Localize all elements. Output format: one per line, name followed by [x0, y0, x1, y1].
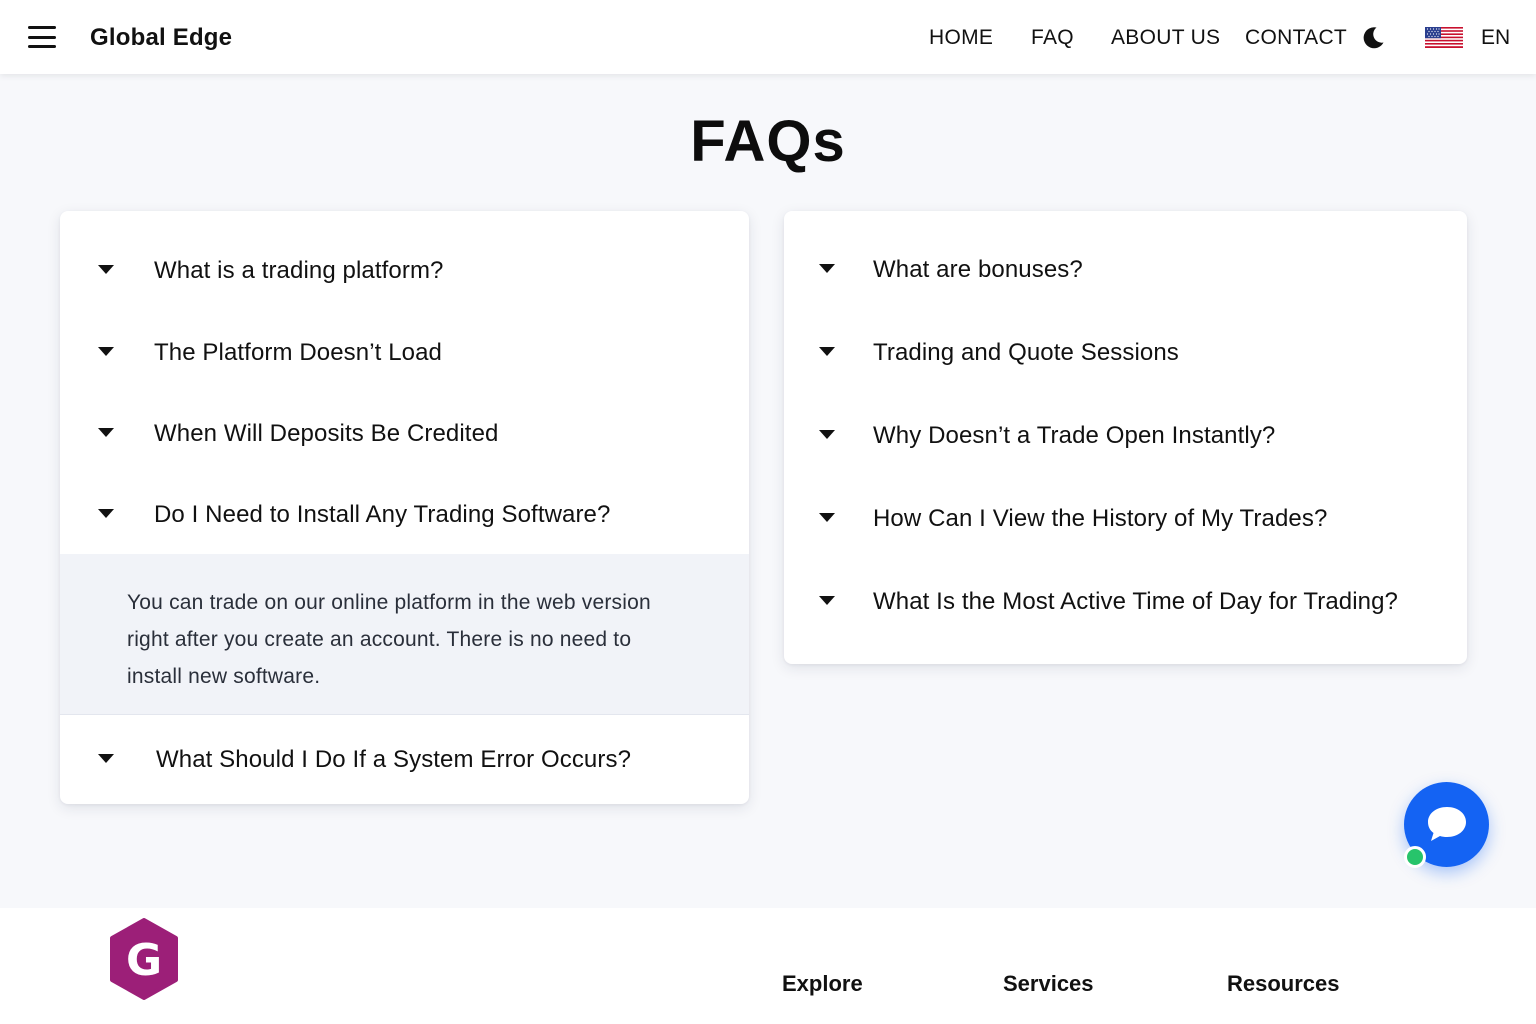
hamburger-menu-icon[interactable]	[28, 26, 56, 48]
faq-answer-panel: You can trade on our online platform in …	[60, 554, 749, 715]
faq-item-expanded[interactable]: Do I Need to Install Any Trading Softwar…	[60, 485, 749, 545]
online-status-dot	[1404, 846, 1426, 868]
caret-down-icon	[98, 754, 114, 763]
faq-item[interactable]: Why Doesn’t a Trade Open Instantly?	[784, 406, 1467, 466]
nav-about-link[interactable]: ABOUT US	[1111, 26, 1220, 50]
caret-down-icon	[98, 509, 114, 518]
faq-item[interactable]: What Should I Do If a System Error Occur…	[60, 730, 749, 790]
faq-item[interactable]: Trading and Quote Sessions	[784, 323, 1467, 383]
footer: G Explore Services Resources	[0, 908, 1536, 1024]
caret-down-icon	[819, 513, 835, 522]
faq-question: The Platform Doesn’t Load	[154, 339, 442, 366]
faq-question: What are bonuses?	[873, 256, 1083, 283]
footer-resources-link[interactable]: Resources	[1227, 971, 1340, 997]
caret-down-icon	[98, 428, 114, 437]
faq-card-left: What is a trading platform? The Platform…	[60, 211, 749, 804]
faq-item[interactable]: How Can I View the History of My Trades?	[784, 489, 1467, 549]
language-selector[interactable]: EN	[1481, 26, 1510, 50]
faq-item[interactable]: The Platform Doesn’t Load	[60, 323, 749, 383]
caret-down-icon	[819, 596, 835, 605]
faq-item[interactable]: What Is the Most Active Time of Day for …	[784, 572, 1467, 632]
faq-question: Trading and Quote Sessions	[873, 339, 1179, 366]
svg-text:G: G	[126, 935, 162, 986]
nav-contact-link[interactable]: CONTACT	[1245, 26, 1347, 50]
hexagon-g-logo-icon[interactable]: G	[108, 918, 180, 1000]
faq-question: Why Doesn’t a Trade Open Instantly?	[873, 422, 1276, 449]
faq-question: Do I Need to Install Any Trading Softwar…	[154, 501, 611, 528]
nav-faq-link[interactable]: FAQ	[1031, 26, 1074, 50]
moon-icon[interactable]	[1360, 25, 1386, 51]
chat-bubble-icon	[1428, 807, 1466, 841]
footer-services-link[interactable]: Services	[1003, 971, 1094, 997]
caret-down-icon	[819, 430, 835, 439]
caret-down-icon	[819, 264, 835, 273]
faq-item[interactable]: What are bonuses?	[784, 240, 1467, 300]
nav-home-link[interactable]: HOME	[929, 26, 993, 50]
faq-question: What is a trading platform?	[154, 257, 444, 284]
brand-name[interactable]: Global Edge	[90, 24, 232, 52]
faq-question: What Is the Most Active Time of Day for …	[873, 588, 1399, 615]
footer-explore-link[interactable]: Explore	[782, 971, 863, 997]
faq-answer-text: You can trade on our online platform in …	[127, 591, 651, 688]
faq-item[interactable]: When Will Deposits Be Credited	[60, 404, 749, 464]
top-navbar: Global Edge HOME FAQ ABOUT US CONTACT EN	[0, 0, 1536, 74]
faq-question: What Should I Do If a System Error Occur…	[156, 746, 632, 773]
faq-question: When Will Deposits Be Credited	[154, 420, 499, 447]
faq-question: How Can I View the History of My Trades?	[873, 505, 1328, 532]
faq-card-right: What are bonuses? Trading and Quote Sess…	[784, 211, 1467, 664]
caret-down-icon	[98, 347, 114, 356]
page-title: FAQs	[690, 109, 846, 174]
faq-item[interactable]: What is a trading platform?	[60, 241, 749, 301]
caret-down-icon	[819, 347, 835, 356]
us-flag-icon[interactable]	[1425, 27, 1463, 48]
caret-down-icon	[98, 265, 114, 274]
